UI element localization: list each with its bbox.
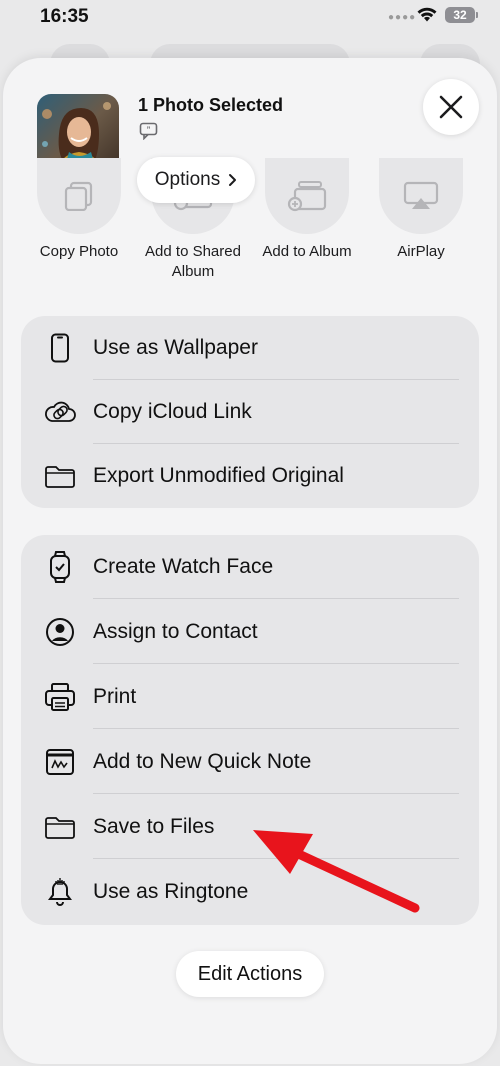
row-label: Copy iCloud Link [93, 400, 252, 423]
action-label: Add to Album [262, 243, 352, 260]
actions-group-1: Use as Wallpaper Copy iCloud Link Export… [21, 316, 479, 508]
quick-note-icon [43, 745, 77, 779]
folder-icon [43, 459, 77, 493]
close-icon [439, 95, 463, 119]
row-label: Save to Files [93, 814, 215, 838]
close-button[interactable] [423, 79, 479, 135]
folder-icon [43, 810, 77, 844]
row-label: Create Watch Face [93, 555, 274, 578]
row-label: Assign to Contact [93, 619, 258, 643]
action-add-to-album[interactable]: Add to Album [248, 158, 366, 288]
row-export-unmodified-original[interactable]: Export Unmodified Original [21, 444, 479, 508]
cellular-signal-icon: ●●●● [388, 12, 417, 23]
row-label: Export Unmodified Original [93, 464, 344, 487]
row-label: Use as Wallpaper [93, 336, 258, 359]
status-time: 16:35 [40, 6, 89, 27]
icloud-link-icon [43, 395, 77, 429]
row-use-as-wallpaper[interactable]: Use as Wallpaper [21, 316, 479, 380]
add-album-icon [265, 158, 349, 234]
options-label: Options [154, 169, 221, 190]
action-label: Add to Shared Album [145, 243, 241, 280]
chevron-right-icon [229, 174, 237, 186]
action-label: AirPlay [397, 243, 445, 260]
action-copy-photo[interactable]: Copy Photo [20, 158, 138, 288]
contact-icon [43, 615, 77, 649]
action-airplay[interactable]: AirPlay [362, 158, 480, 288]
row-label: Print [93, 684, 137, 708]
row-copy-icloud-link[interactable]: Copy iCloud Link [21, 380, 479, 444]
row-create-watch-face[interactable]: Create Watch Face [21, 535, 479, 599]
watch-icon [43, 550, 77, 584]
caption-bubble-icon[interactable]: ” [139, 122, 159, 145]
status-bar: 16:35 ●●●● 32 [0, 0, 500, 34]
row-print[interactable]: Print [21, 664, 479, 729]
selection-title: 1 Photo Selected [138, 95, 284, 115]
edit-actions-button[interactable]: Edit Actions [176, 951, 324, 997]
row-label: Use as Ringtone [93, 880, 249, 903]
row-add-to-new-quick-note[interactable]: Add to New Quick Note [21, 729, 479, 794]
airplay-icon [379, 158, 463, 234]
svg-text:”: ” [147, 126, 151, 135]
copy-photo-icon [37, 158, 121, 234]
row-assign-to-contact[interactable]: Assign to Contact [21, 599, 479, 664]
options-button[interactable]: Options [137, 157, 255, 203]
printer-icon [43, 680, 77, 714]
battery-indicator: 32 [445, 7, 478, 23]
wifi-icon [416, 5, 438, 28]
annotation-arrow-icon [253, 830, 420, 913]
action-label: Copy Photo [39, 243, 119, 260]
ringtone-bell-icon [43, 875, 77, 909]
phone-icon [43, 331, 77, 365]
row-label: Add to New Quick Note [93, 749, 312, 773]
